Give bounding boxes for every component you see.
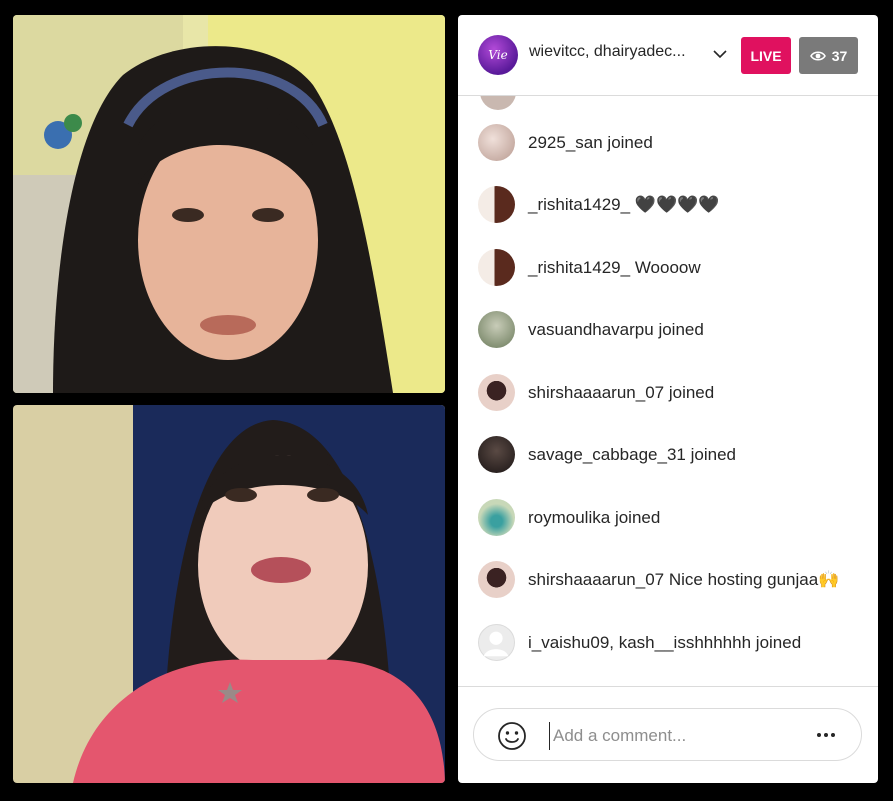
list-item: shirshaaaarun_07 Nice hosting gunjaa🙌	[458, 561, 878, 601]
more-options-icon[interactable]	[814, 725, 838, 745]
comment-footer	[458, 686, 878, 783]
comment-message: joined	[668, 383, 715, 402]
comment-message: joined	[658, 320, 704, 339]
comment-box	[473, 708, 862, 761]
comment-username[interactable]: _rishita1429_	[528, 195, 630, 214]
comment-text: _rishita1429_ Woooow	[528, 258, 701, 278]
comment-message: Nice hosting gunjaa🙌	[668, 570, 840, 589]
comment-text: roymoulika joined	[528, 508, 660, 528]
guest-video-bottom	[13, 405, 445, 783]
comment-username[interactable]: shirshaaaarun_07	[528, 570, 664, 589]
avatar[interactable]	[478, 374, 515, 411]
comment-text: shirshaaaarun_07 joined	[528, 383, 714, 403]
comment-message: joined	[607, 133, 653, 152]
comment-text: savage_cabbage_31 joined	[528, 445, 736, 465]
comments-list[interactable]: 2925_san joined _rishita1429_ 🖤🖤🖤🖤 _rish…	[458, 96, 878, 686]
comment-username[interactable]: i_vaishu09, kash__isshhhhhh	[528, 633, 751, 652]
comment-username[interactable]: 2925_san	[528, 133, 603, 152]
comment-username[interactable]: roymoulika	[528, 508, 610, 527]
comment-text: _rishita1429_ 🖤🖤🖤🖤	[528, 195, 719, 215]
list-item: i_vaishu09, kash__isshhhhhh joined	[458, 624, 878, 664]
default-avatar-icon	[483, 631, 509, 657]
host-avatar[interactable]: Vie	[478, 35, 518, 75]
comment-username[interactable]: savage_cabbage_31	[528, 445, 686, 464]
avatar[interactable]	[478, 499, 515, 536]
comment-message: joined	[690, 445, 736, 464]
comment-message: Woooow	[634, 258, 701, 277]
comment-text: vasuandhavarpu joined	[528, 320, 704, 340]
comment-username[interactable]: shirshaaaarun_07	[528, 383, 664, 402]
comment-input[interactable]	[549, 722, 815, 750]
guest-video-top	[13, 15, 445, 393]
viewer-count-badge[interactable]: 37	[799, 37, 858, 74]
avatar[interactable]	[478, 624, 515, 661]
comment-text: shirshaaaarun_07 Nice hosting gunjaa🙌	[528, 570, 839, 590]
avatar[interactable]	[478, 311, 515, 348]
avatar[interactable]	[478, 561, 515, 598]
host-avatar-text: Vie	[488, 48, 508, 62]
video-frame-top	[13, 15, 445, 393]
chevron-down-icon[interactable]	[712, 46, 728, 62]
comment-message: joined	[755, 633, 802, 652]
list-item: 2925_san joined	[458, 124, 878, 164]
comment-message: joined	[614, 508, 661, 527]
avatar[interactable]	[478, 249, 515, 286]
avatar[interactable]	[478, 186, 515, 223]
comment-username[interactable]: vasuandhavarpu	[528, 320, 654, 339]
eye-icon	[809, 50, 826, 61]
avatar[interactable]	[478, 124, 515, 161]
comment-text: i_vaishu09, kash__isshhhhhh joined	[528, 633, 801, 653]
live-header: Vie wievitcc, dhairyadec... LIVE 37	[458, 15, 878, 96]
comment-text: 2925_san joined	[528, 133, 653, 153]
smile-icon[interactable]	[497, 721, 527, 751]
avatar[interactable]	[478, 436, 515, 473]
list-item: vasuandhavarpu joined	[458, 311, 878, 351]
host-names[interactable]: wievitcc, dhairyadec...	[529, 43, 709, 61]
viewer-count: 37	[831, 47, 848, 64]
avatar	[480, 96, 516, 110]
list-item: _rishita1429_ 🖤🖤🖤🖤	[458, 186, 878, 226]
comment-message: 🖤🖤🖤🖤	[634, 195, 720, 214]
list-item: roymoulika joined	[458, 499, 878, 539]
comment-username[interactable]: _rishita1429_	[528, 258, 630, 277]
live-badge: LIVE	[741, 37, 791, 74]
list-item: savage_cabbage_31 joined	[458, 436, 878, 476]
video-frame-bottom	[13, 405, 445, 783]
live-comments-panel: Vie wievitcc, dhairyadec... LIVE 37 2925…	[458, 15, 878, 783]
list-item: _rishita1429_ Woooow	[458, 249, 878, 289]
list-item: shirshaaaarun_07 joined	[458, 374, 878, 414]
